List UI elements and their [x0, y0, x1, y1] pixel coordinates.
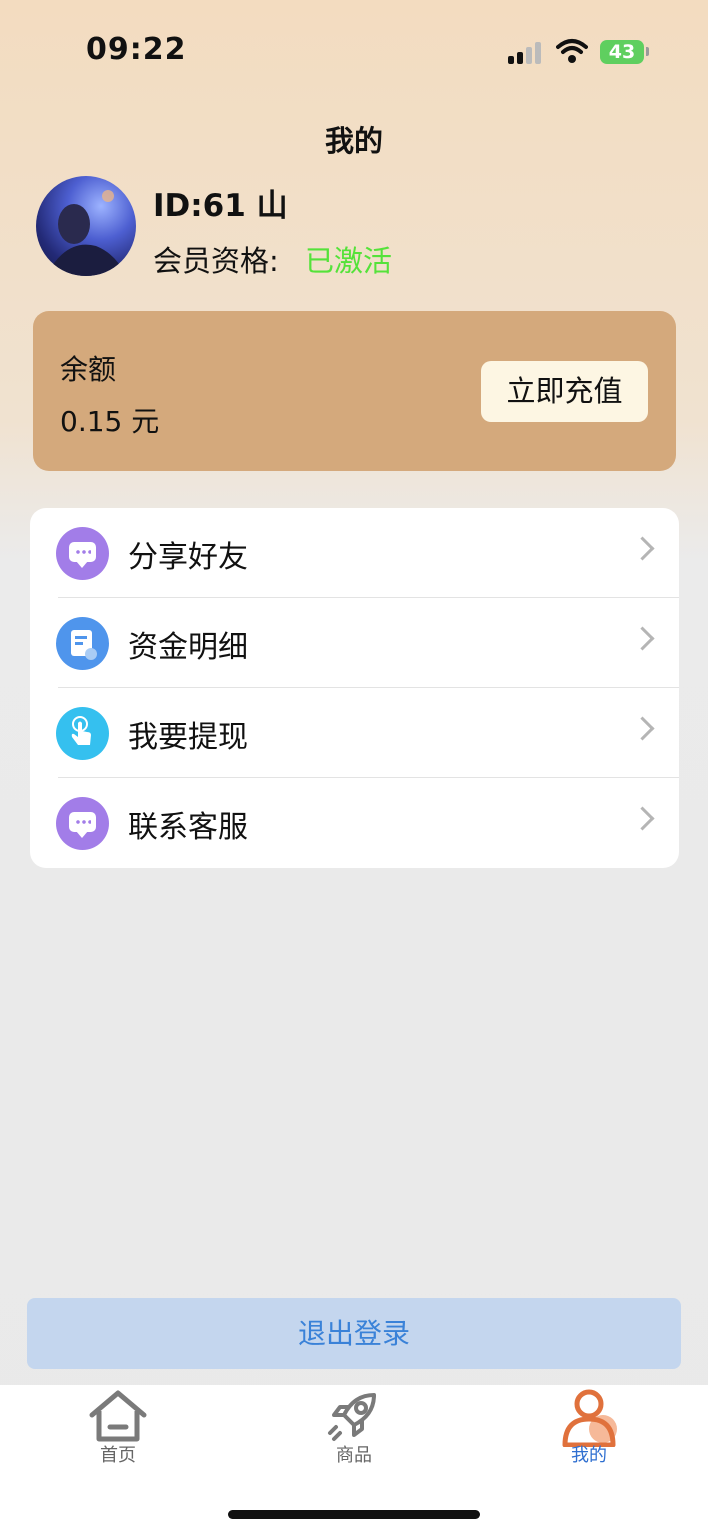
- cellular-signal-icon: [508, 40, 544, 64]
- menu-item-label: 联系客服: [128, 810, 248, 845]
- menu-item-contact-support[interactable]: 联系客服: [30, 778, 679, 868]
- menu-item-label: 分享好友: [128, 540, 248, 575]
- menu-item-fund-details[interactable]: 资金明细: [30, 598, 679, 688]
- user-id: ID:61 山: [153, 188, 288, 224]
- menu-item-label: 我要提现: [128, 720, 248, 755]
- chevron-right-icon: [630, 536, 655, 561]
- home-icon: [89, 1390, 147, 1442]
- home-indicator: [228, 1510, 480, 1519]
- avatar[interactable]: [36, 176, 136, 276]
- logout-button[interactable]: 退出登录: [27, 1298, 681, 1369]
- tab-mine[interactable]: 我的: [529, 1385, 649, 1475]
- member-status-badge: 已激活: [305, 244, 393, 278]
- menu-item-withdraw[interactable]: 我要提现: [30, 688, 679, 778]
- document-icon: [56, 617, 109, 670]
- rocket-icon: [328, 1393, 376, 1441]
- recharge-button[interactable]: 立即充值: [481, 361, 648, 422]
- battery-tip: [646, 47, 649, 56]
- menu-item-share-friends[interactable]: 分享好友: [30, 508, 679, 598]
- chevron-right-icon: [630, 626, 655, 651]
- page-title: 我的: [324, 124, 383, 158]
- menu-item-label: 资金明细: [128, 630, 248, 665]
- chat-bubble-icon: [56, 797, 109, 850]
- tab-label: 我的: [571, 1445, 607, 1466]
- battery-indicator: 43: [600, 40, 644, 64]
- chevron-right-icon: [630, 716, 655, 741]
- chat-bubble-icon: [56, 527, 109, 580]
- member-label: 会员资格:: [153, 244, 279, 278]
- balance-label: 余额: [60, 353, 117, 386]
- tab-label: 商品: [336, 1445, 372, 1466]
- menu-list: 分享好友 资金明细 我要提现 联系客服: [30, 508, 679, 868]
- tab-products[interactable]: 商品: [294, 1385, 414, 1475]
- chevron-right-icon: [630, 806, 655, 831]
- wifi-icon: [556, 39, 588, 63]
- balance-value: 0.15 元: [60, 405, 160, 438]
- person-icon: [562, 1389, 617, 1447]
- status-time: 09:22: [86, 32, 187, 67]
- tab-label: 首页: [100, 1445, 136, 1466]
- hand-tap-icon: [56, 707, 109, 760]
- tab-home[interactable]: 首页: [58, 1385, 178, 1475]
